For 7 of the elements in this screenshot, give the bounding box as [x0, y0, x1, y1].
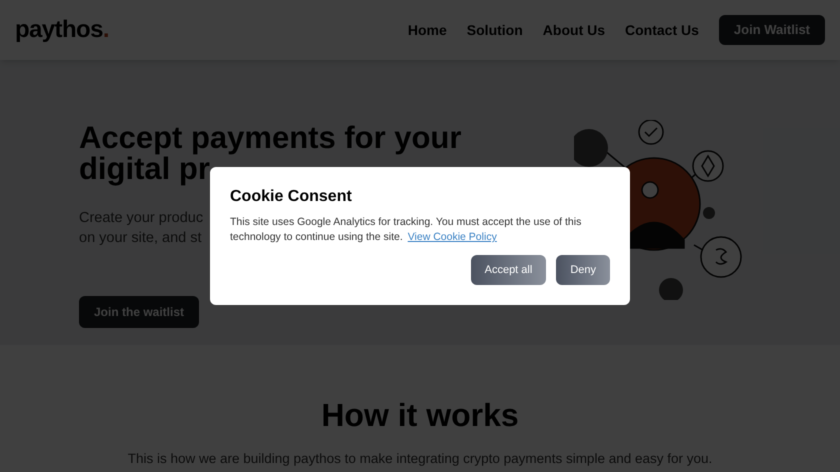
hero-heading: Accept payments for your digital pr — [79, 122, 462, 184]
section-heading: How it works — [321, 396, 519, 435]
deny-button[interactable]: Deny — [556, 255, 610, 285]
accept-all-button[interactable]: Accept all — [470, 255, 546, 285]
cookie-policy-link[interactable]: View Cookie Policy — [408, 231, 497, 243]
dialog-text: This site uses Google Analytics for tracking. You must accept the use of this technology to continue using the site. View Cookie Policy — [230, 215, 582, 245]
dialog-title: Cookie Consent — [230, 187, 353, 207]
